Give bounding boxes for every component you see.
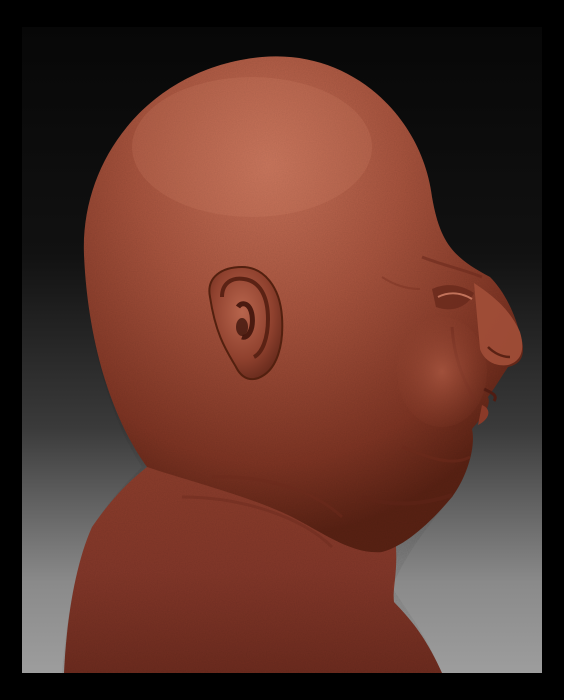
sculpted-head-render [62,56,524,673]
render-viewport [22,27,542,673]
cheek [397,317,487,427]
skull-highlight [132,77,372,217]
image-frame [0,0,564,700]
